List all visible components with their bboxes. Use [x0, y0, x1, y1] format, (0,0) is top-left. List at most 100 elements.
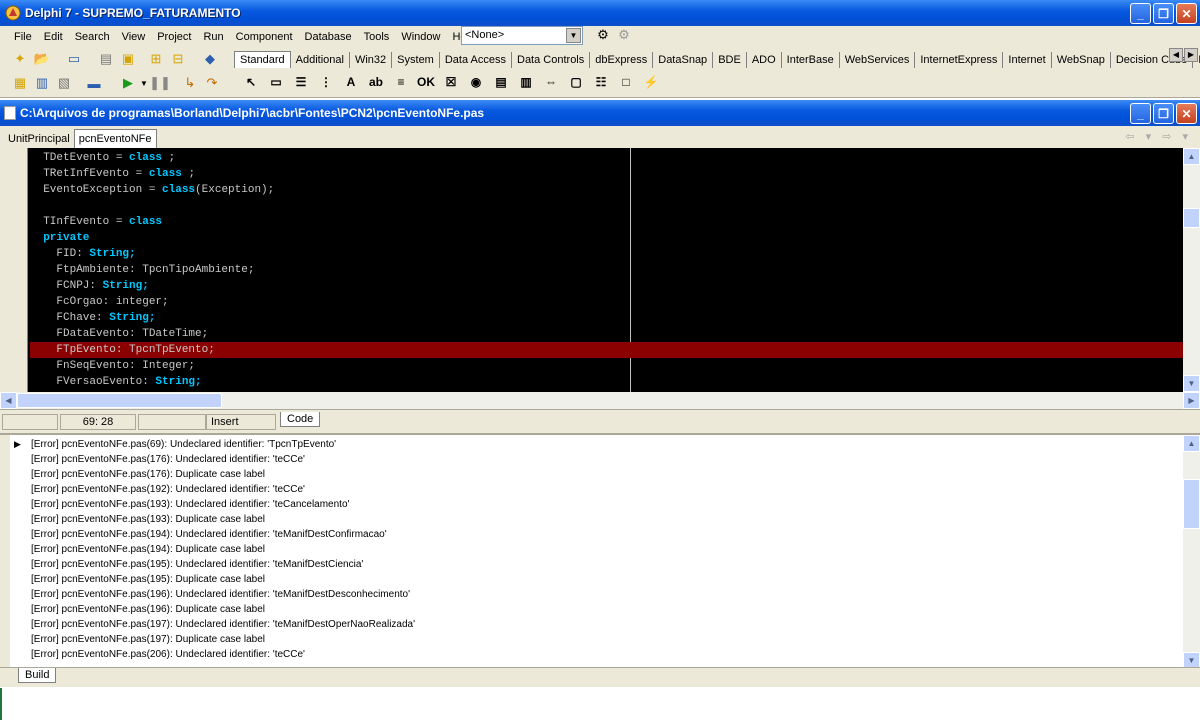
message-item[interactable]: [Error] pcnEventoNFe.pas(192): Undeclare…: [31, 482, 305, 497]
scroll-right-icon[interactable]: ▶: [1183, 392, 1200, 409]
code-line[interactable]: FcOrgao: integer;: [30, 294, 168, 310]
component-pointer-icon[interactable]: ↖: [240, 72, 262, 92]
menu-file[interactable]: File: [8, 28, 38, 46]
palette-tab-data-controls[interactable]: Data Controls: [512, 52, 591, 68]
palette-tab-dbexpress[interactable]: dbExpress: [590, 52, 654, 68]
message-item[interactable]: [Error] pcnEventoNFe.pas(196): Undeclare…: [31, 587, 410, 602]
toggle-form-unit-icon[interactable]: ▧: [54, 74, 74, 92]
open-project-icon[interactable]: ▣: [118, 50, 138, 68]
close-button[interactable]: ✕: [1176, 3, 1197, 24]
component-scrollbar-icon[interactable]: ⇔: [540, 72, 562, 92]
palette-tab-interbase[interactable]: InterBase: [782, 52, 840, 68]
messages-scroll-thumb[interactable]: [1183, 479, 1200, 529]
palette-tab-websnap[interactable]: WebSnap: [1052, 52, 1111, 68]
component-memo-icon[interactable]: ≡: [390, 72, 412, 92]
message-item[interactable]: [Error] pcnEventoNFe.pas(206): Undeclare…: [31, 647, 305, 662]
code-line[interactable]: FtpAmbiente: TpcnTipoAmbiente;: [30, 262, 254, 278]
scroll-thumb[interactable]: [1183, 208, 1200, 228]
tab-build[interactable]: Build: [18, 668, 57, 683]
palette-tab-datasnap[interactable]: DataSnap: [653, 52, 714, 68]
palette-tab-webservices[interactable]: WebServices: [840, 52, 916, 68]
component-popupmenu-icon[interactable]: ⋮: [315, 72, 337, 92]
messages-scroll-up-icon[interactable]: ▲: [1183, 435, 1200, 452]
editor-horizontal-scrollbar[interactable]: ◀ ▶: [0, 392, 1200, 409]
message-item[interactable]: [Error] pcnEventoNFe.pas(197): Undeclare…: [31, 617, 415, 632]
code-line[interactable]: EventoException = class(Exception);: [30, 182, 274, 198]
editor-close-button[interactable]: ✕: [1176, 103, 1197, 124]
palette-tab-additional[interactable]: Additional: [291, 52, 350, 68]
scroll-down-icon[interactable]: ▼: [1183, 375, 1200, 392]
messages-vertical-scrollbar[interactable]: ▲ ▼: [1183, 435, 1200, 669]
tab-pcneventonfe[interactable]: pcnEventoNFe: [73, 129, 157, 148]
component-mainmenu-icon[interactable]: ☰: [290, 72, 312, 92]
editor-title-bar[interactable]: C:\Arquivos de programas\Borland\Delphi7…: [0, 100, 1200, 126]
main-title-bar[interactable]: Delphi 7 - SUPREMO_FATURAMENTO _ ❐ ✕: [0, 0, 1200, 26]
message-pane-grip[interactable]: [0, 435, 10, 669]
message-item[interactable]: [Error] pcnEventoNFe.pas(197): Duplicate…: [31, 632, 265, 647]
build-config-icon[interactable]: ⚙: [593, 26, 613, 44]
menu-component[interactable]: Component: [230, 28, 299, 46]
view-unit-icon[interactable]: ▦: [10, 74, 30, 92]
menu-edit[interactable]: Edit: [38, 28, 69, 46]
pause-icon[interactable]: ❚❚: [149, 74, 171, 92]
code-line[interactable]: TInfEvento = class: [30, 214, 162, 230]
step-over-icon[interactable]: ↷: [202, 74, 222, 92]
editor-vertical-scrollbar[interactable]: ▲ ▼: [1183, 148, 1200, 392]
view-form-icon[interactable]: ▥: [32, 74, 52, 92]
code-line[interactable]: FDataEvento: TDateTime;: [30, 326, 208, 342]
palette-tab-ado[interactable]: ADO: [747, 52, 782, 68]
code-line[interactable]: FCNPJ: String;: [30, 278, 148, 294]
palette-tab-system[interactable]: System: [392, 52, 440, 68]
menu-window[interactable]: Window: [395, 28, 446, 46]
component-a-icon[interactable]: A: [340, 72, 362, 92]
code-line[interactable]: private: [30, 230, 89, 246]
code-line[interactable]: FVersaoEvento: String;: [30, 374, 201, 390]
message-item[interactable]: [Error] pcnEventoNFe.pas(196): Duplicate…: [31, 602, 265, 617]
chevron-left-icon[interactable]: ◀: [1169, 48, 1183, 62]
component-radiogroup-icon[interactable]: ☷: [590, 72, 612, 92]
palette-tab-internetexpress[interactable]: InternetExpress: [915, 52, 1004, 68]
palette-tab-data-access[interactable]: Data Access: [440, 52, 512, 68]
message-item[interactable]: [Error] pcnEventoNFe.pas(193): Duplicate…: [31, 512, 265, 527]
new-form-icon[interactable]: ▬: [84, 74, 104, 92]
component-combobox-icon[interactable]: ▥: [515, 72, 537, 92]
message-pane[interactable]: ▶ ▲ ▼ [Error] pcnEventoNFe.pas(69): Unde…: [0, 433, 1200, 669]
tab-unitprincipal[interactable]: UnitPrincipal: [4, 130, 74, 148]
open-icon[interactable]: 📂: [32, 50, 52, 68]
message-item[interactable]: [Error] pcnEventoNFe.pas(195): Undeclare…: [31, 557, 363, 572]
message-item[interactable]: [Error] pcnEventoNFe.pas(176): Undeclare…: [31, 452, 305, 467]
error-highlighted-line[interactable]: FTpEvento: TpcnTpEvento;: [30, 342, 1183, 358]
component-panel-icon[interactable]: □: [615, 72, 637, 92]
chevron-down-icon[interactable]: ▼: [566, 28, 581, 43]
code-editor[interactable]: TDetEvento = class ; TRetInfEvento = cla…: [0, 148, 1183, 392]
component-edit-icon[interactable]: ab: [365, 72, 387, 92]
menu-project[interactable]: Project: [151, 28, 197, 46]
code-line[interactable]: FnSeqEvento: Integer;: [30, 358, 195, 374]
remove-file-icon[interactable]: ⊟: [168, 50, 188, 68]
palette-tab-win32[interactable]: Win32: [350, 52, 393, 68]
message-item[interactable]: [Error] pcnEventoNFe.pas(193): Undeclare…: [31, 497, 349, 512]
help-icon[interactable]: ◆: [200, 50, 220, 68]
trace-into-icon[interactable]: ↳: [180, 74, 200, 92]
scroll-up-icon[interactable]: ▲: [1183, 148, 1200, 165]
component-radio-icon[interactable]: ◉: [465, 72, 487, 92]
message-item[interactable]: [Error] pcnEventoNFe.pas(176): Duplicate…: [31, 467, 265, 482]
minimize-button[interactable]: _: [1130, 3, 1151, 24]
menu-search[interactable]: Search: [69, 28, 116, 46]
scroll-left-icon[interactable]: ◀: [0, 392, 17, 409]
chevron-right-icon[interactable]: ▶: [1184, 48, 1198, 62]
message-item[interactable]: [Error] pcnEventoNFe.pas(194): Duplicate…: [31, 542, 265, 557]
save-all-icon[interactable]: ▤: [96, 50, 116, 68]
component-groupbox-icon[interactable]: ▢: [565, 72, 587, 92]
component-listbox-icon[interactable]: ▤: [490, 72, 512, 92]
message-item[interactable]: [Error] pcnEventoNFe.pas(69): Undeclared…: [31, 437, 336, 452]
palette-tab-bde[interactable]: BDE: [713, 52, 747, 68]
editor-minimize-button[interactable]: _: [1130, 103, 1151, 124]
palette-tab-standard[interactable]: Standard: [234, 51, 291, 68]
code-line[interactable]: FID: String;: [30, 246, 135, 262]
component-button-icon[interactable]: OK: [415, 72, 437, 92]
save-icon[interactable]: ▭: [64, 50, 84, 68]
tab-code[interactable]: Code: [280, 412, 321, 427]
menu-run[interactable]: Run: [197, 28, 229, 46]
horizontal-scroll-thumb[interactable]: [17, 393, 222, 408]
